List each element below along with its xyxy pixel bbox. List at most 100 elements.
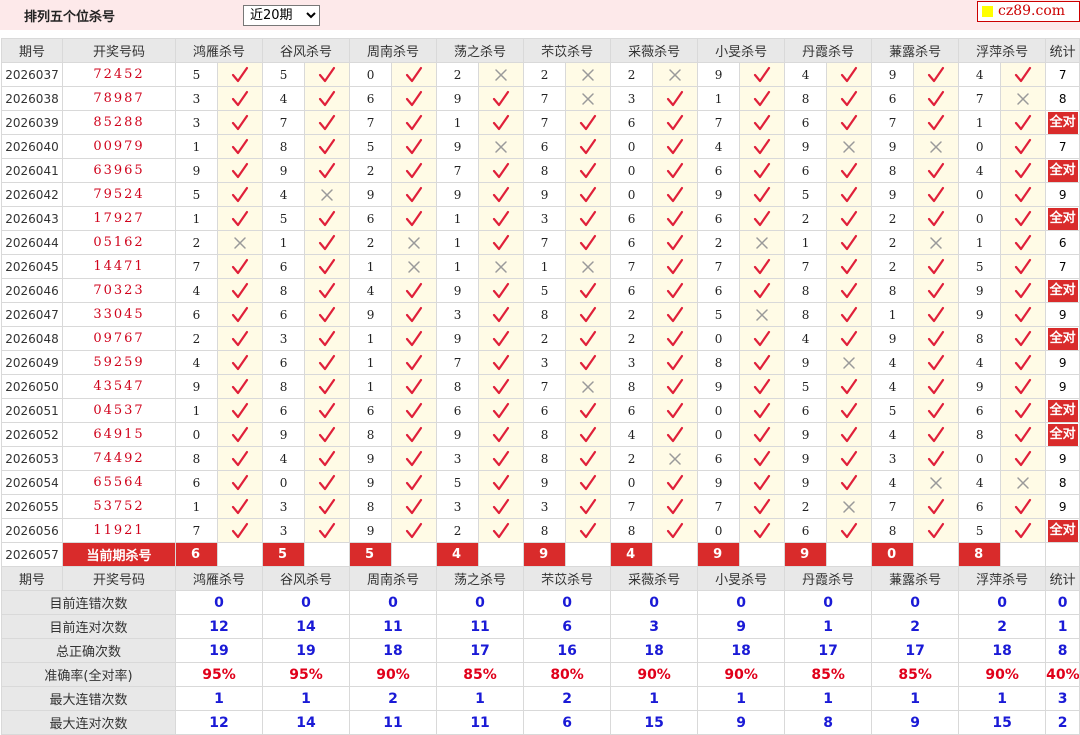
check-icon [666,282,684,298]
summary-value: 1 [871,686,960,711]
table-row: 2026056 11921 7 3 9 2 8 8 0 6 8 5 全对 [1,518,1080,543]
kill-number-cell: 4 [871,350,915,375]
cross-icon [669,68,681,81]
result-mark-cell [739,374,786,399]
period-cell: 2026042 [1,182,63,207]
result-mark-cell [739,326,786,351]
kill-number-cell: 7 [871,110,915,135]
table-row: 2026047 33045 6 6 9 3 8 2 5 8 1 9 9 [1,302,1080,327]
table-row: 2026052 64915 0 9 8 9 8 4 0 9 4 8 全对 [1,422,1080,447]
kill-number-cell: 1 [175,134,218,159]
kill-number-cell: 6 [784,110,828,135]
check-icon [579,138,597,154]
check-icon [753,114,771,130]
check-icon [841,114,858,130]
kill-number-cell: 6 [958,494,1002,519]
result-mark-cell [304,494,351,519]
result-mark-cell [913,86,960,111]
kill-number-cell: 1 [262,230,306,255]
check-icon [492,330,510,346]
result-mark-cell [652,350,699,375]
kill-number-cell: 2 [349,158,393,183]
check-icon [231,258,249,274]
kill-number-cell: 6 [349,398,393,423]
result-mark-cell [652,518,699,543]
result-mark-cell [652,134,699,159]
stat-cell: 6 [1045,230,1080,255]
result-mark-cell [826,374,873,399]
check-icon [841,282,858,298]
check-icon [841,186,858,202]
result-mark-cell [739,518,786,543]
kill-number-cell: 6 [610,110,654,135]
result-mark-cell [391,86,438,111]
current-kill-blank [565,542,612,567]
site-logo[interactable]: cz89.com [977,1,1080,22]
check-icon [928,66,945,82]
period-cell: 2026045 [1,254,63,279]
cross-icon [495,260,507,273]
kill-number-cell: 1 [175,494,218,519]
period-cell: 2026050 [1,374,63,399]
kill-number-cell: 7 [523,110,567,135]
all-correct-badge: 全对 [1047,327,1078,350]
kill-number-cell: 6 [523,134,567,159]
current-kill-blank [304,542,351,567]
kill-number-cell: 8 [523,158,567,183]
kill-number-cell: 4 [784,62,828,87]
check-icon [318,234,336,250]
kill-number-cell: 6 [610,278,654,303]
period-cell: 2026039 [1,110,63,135]
check-icon [579,474,597,490]
result-mark-cell [739,350,786,375]
kill-number-cell: 8 [697,350,741,375]
kill-number-cell: 9 [436,326,480,351]
check-icon [405,522,423,538]
check-icon [841,210,858,226]
cross-icon [408,260,420,273]
check-icon [841,402,858,418]
check-icon [928,114,945,130]
check-icon [579,450,597,466]
result-mark-cell [739,62,786,87]
table-row: 2026042 79524 5 4 9 9 9 0 9 5 9 0 9 [1,182,1080,207]
period-cell: 2026056 [1,518,63,543]
stat-cell: 9 [1045,302,1080,327]
kill-number-cell: 8 [784,278,828,303]
check-icon [492,522,510,538]
kill-number-cell: 5 [958,518,1002,543]
summary-label: 最大连错次数 [1,686,176,711]
kill-number-cell: 2 [610,326,654,351]
current-kill-blank [739,542,786,567]
check-icon [666,474,684,490]
kill-number-cell: 8 [871,158,915,183]
kill-number-cell: 8 [262,278,306,303]
kill-number-cell: 9 [436,134,480,159]
result-mark-cell [304,158,351,183]
check-icon [753,450,771,466]
kill-number-cell: 0 [958,182,1002,207]
kill-number-cell: 1 [349,374,393,399]
summary-value: 0 [784,590,873,615]
all-correct-badge: 全对 [1047,279,1078,302]
kill-number-cell: 5 [349,134,393,159]
kill-number-cell: 9 [784,134,828,159]
result-mark-cell [1000,206,1047,231]
period-cell: 2026055 [1,494,63,519]
result-mark-cell [391,206,438,231]
check-icon [579,402,597,418]
kill-number-cell: 6 [697,206,741,231]
check-icon [666,426,684,442]
result-mark-cell [739,470,786,495]
period-cell: 2026049 [1,350,63,375]
kill-number-cell: 6 [610,398,654,423]
result-mark-cell [304,230,351,255]
check-icon [231,522,249,538]
period-select[interactable]: 近20期 [243,5,320,26]
page-title: 排列五个位杀号 [24,10,116,25]
result-mark-cell [913,350,960,375]
kill-number-cell: 2 [871,206,915,231]
header-expert: 鸿雁杀号 [174,38,264,63]
summary-value: 15 [958,710,1047,735]
result-mark-cell [216,86,264,111]
